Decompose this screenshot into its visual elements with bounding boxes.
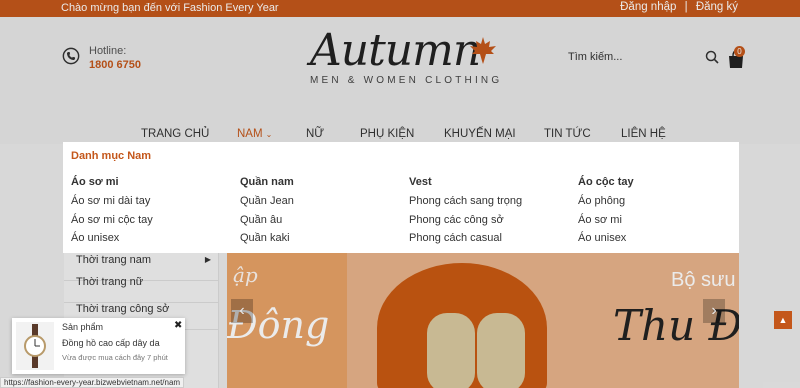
popup-title: Sản phẩm	[62, 322, 104, 332]
popup-product-name[interactable]: Đồng hồ cao cấp dây da	[62, 338, 160, 348]
mega-link[interactable]: Phong cách sang trọng	[409, 195, 522, 214]
site-header: Hotline: 1800 6750 Autumn MEN & WOMEN CL…	[0, 17, 800, 150]
hotline-label: Hotline:	[89, 45, 127, 57]
nav-item-promotions[interactable]: KHUYẾN MẠI	[444, 128, 516, 140]
chevron-left-icon: ‹	[239, 302, 245, 319]
hotline-number[interactable]: 1800 6750	[89, 59, 141, 71]
mega-link[interactable]: Áo unisex	[578, 232, 634, 251]
watch-thumbnail	[16, 322, 54, 370]
nav-item-women[interactable]: NỮ	[306, 128, 324, 140]
search-input[interactable]	[568, 48, 698, 66]
nav-item-news[interactable]: TIN TỨC	[544, 128, 591, 140]
popup-time: Vừa được mua cách đây 7 phút	[62, 353, 168, 362]
chevron-right-icon: ›	[711, 302, 717, 319]
chevron-right-icon: ▶	[204, 255, 211, 264]
cart-button[interactable]: 0	[725, 46, 747, 70]
mega-link[interactable]: Quần âu	[240, 214, 294, 233]
mega-col-vest: Vest Phong cách sang trọng Phong các côn…	[409, 176, 522, 251]
mega-menu-men: Danh mục Nam Áo sơ mi Áo sơ mi dài tay Á…	[63, 142, 739, 253]
sidebar-item-label: Thời trang nam	[76, 254, 152, 266]
mega-link[interactable]: Phong các công sở	[409, 214, 522, 233]
recent-purchase-popup[interactable]: Sản phẩm Đồng hồ cao cấp dây da Vừa được…	[12, 318, 185, 374]
search-icon[interactable]	[705, 50, 719, 64]
nav-item-accessories[interactable]: PHỤ KIỆN	[360, 128, 414, 140]
maple-leaf-icon	[470, 37, 496, 64]
sidebar-item-women-fashion[interactable]: Thời trang nữ	[64, 275, 219, 303]
mega-col-heading[interactable]: Áo cộc tay	[578, 176, 634, 188]
account-separator: |	[684, 1, 688, 13]
close-icon[interactable]: ✖	[174, 320, 182, 331]
mega-col-tshirts: Áo cộc tay Áo phông Áo sơ mi Áo unisex	[578, 176, 634, 251]
mega-link[interactable]: Áo sơ mi cộc tay	[71, 214, 153, 233]
nav-item-men[interactable]: NAM ⌄	[237, 128, 273, 150]
main-nav: TRANG CHỦ NAM ⌄ NỮ PHỤ KIỆN KHUYẾN MẠI TI…	[0, 111, 800, 150]
top-bar: Chào mừng bạn đến với Fashion Every Year…	[0, 0, 800, 17]
chevron-down-icon: ⌄	[265, 130, 273, 139]
banner-left-small-text: ập	[233, 263, 258, 287]
site-logo[interactable]: Autumn MEN & WOMEN CLOTHING	[300, 25, 500, 93]
mega-link[interactable]: Quần Jean	[240, 195, 294, 214]
mega-col-heading[interactable]: Quần nam	[240, 176, 294, 188]
mega-link[interactable]: Phong cách casual	[409, 232, 522, 251]
hero-banner[interactable]: ập Đông Bộ sưu t Thu Đ ‹ ›	[227, 253, 739, 388]
banner-right-small-text: Bộ sưu t	[671, 269, 739, 291]
mega-link[interactable]: Áo phông	[578, 195, 634, 214]
cart-count-badge: 0	[734, 46, 745, 57]
logo-tagline: MEN & WOMEN CLOTHING	[310, 75, 503, 86]
mega-link[interactable]: Quần kaki	[240, 232, 294, 251]
search-box	[568, 48, 722, 68]
mega-col-heading[interactable]: Áo sơ mi	[71, 176, 153, 188]
scroll-to-top-button[interactable]: ▲	[774, 311, 792, 329]
banner-next-button[interactable]: ›	[703, 299, 725, 323]
nav-item-home[interactable]: TRANG CHỦ	[141, 128, 210, 150]
login-link[interactable]: Đăng nhập	[620, 1, 676, 13]
mega-menu-title: Danh mục Nam	[71, 150, 152, 162]
welcome-text: Chào mừng bạn đến với Fashion Every Year	[61, 2, 279, 14]
browser-status-bar: https://fashion-every-year.bizwebvietnam…	[0, 377, 185, 388]
mega-link[interactable]: Áo sơ mi	[578, 214, 634, 233]
account-links: Đăng nhập | Đăng ký	[620, 1, 738, 13]
nav-item-men-label: NAM	[237, 128, 263, 140]
sidebar-item-label: Thời trang nữ	[76, 276, 144, 288]
mega-col-shirts: Áo sơ mi Áo sơ mi dài tay Áo sơ mi cộc t…	[71, 176, 153, 251]
mega-link[interactable]: Áo unisex	[71, 232, 153, 251]
chevron-up-icon: ▲	[778, 315, 788, 325]
sidebar-item-label: Thời trang công sở	[76, 303, 170, 315]
banner-shoe-image	[477, 313, 525, 388]
mega-col-heading[interactable]: Vest	[409, 176, 522, 188]
nav-item-contact[interactable]: LIÊN HỆ	[621, 128, 666, 140]
banner-prev-button[interactable]: ‹	[231, 299, 253, 323]
mega-col-pants: Quần nam Quần Jean Quần âu Quần kaki	[240, 176, 294, 251]
mega-link[interactable]: Áo sơ mi dài tay	[71, 195, 153, 214]
register-link[interactable]: Đăng ký	[696, 1, 738, 13]
logo-script: Autumn	[310, 25, 481, 76]
phone-icon	[62, 47, 80, 65]
banner-shoe-image	[427, 313, 475, 388]
